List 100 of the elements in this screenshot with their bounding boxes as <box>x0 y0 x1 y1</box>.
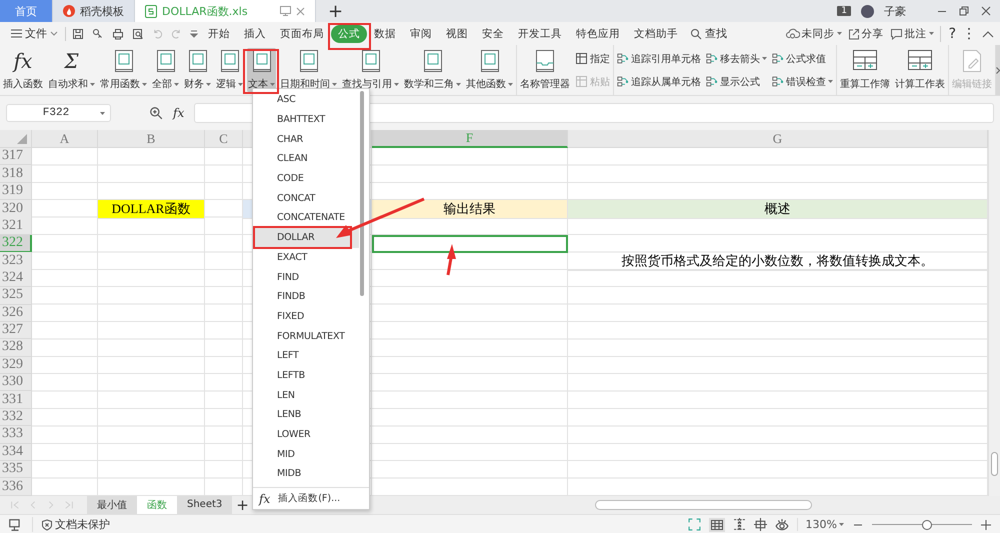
toolbar-button[interactable]: 未同步 <box>786 26 842 40</box>
ribbon-button[interactable]: 查找与引用 <box>341 48 400 92</box>
ribbon-button[interactable]: 指定 <box>574 52 611 66</box>
toolbar-button[interactable]: 分享 <box>848 26 884 40</box>
menu-item[interactable]: LEN <box>253 385 359 405</box>
menu-item[interactable]: LENB <box>253 405 359 425</box>
row-header[interactable]: 336 <box>0 478 32 496</box>
row-header[interactable]: 335 <box>0 461 32 478</box>
menu-item[interactable]: CONCAT <box>253 188 359 208</box>
menu-item[interactable]: FINDB <box>253 286 359 307</box>
eye-icon[interactable] <box>774 518 789 532</box>
collapse-icon[interactable] <box>982 30 994 38</box>
row-header[interactable]: 321 <box>0 218 32 235</box>
menu-item[interactable]: ASC <box>253 90 359 110</box>
name-box[interactable]: F322 <box>6 104 111 122</box>
zoom-slider[interactable] <box>872 520 972 530</box>
search-icon[interactable] <box>690 28 702 40</box>
column-header[interactable]: B <box>98 130 205 148</box>
sheet-tab[interactable]: Sheet3 <box>177 496 232 514</box>
ribbon-tab[interactable]: 视图 <box>439 24 475 42</box>
menu-item[interactable]: MID <box>253 444 359 464</box>
page-break-icon[interactable] <box>732 518 746 532</box>
toolbar-button[interactable]: 批注 <box>890 26 934 40</box>
menu-item[interactable]: CLEAN <box>253 149 359 169</box>
ribbon-button[interactable]: 追踪从属单元格 <box>616 74 702 88</box>
ribbon-tab[interactable]: 页面布局 <box>273 24 331 42</box>
ribbon-tab[interactable]: 插入 <box>237 24 273 42</box>
ribbon-button[interactable]: 移去箭头 <box>705 52 768 66</box>
menu-item[interactable]: LEFT <box>253 346 359 366</box>
key-icon[interactable] <box>92 28 104 40</box>
menu-item[interactable]: CODE <box>253 168 359 188</box>
row-header[interactable]: 323 <box>0 252 32 272</box>
print-icon[interactable] <box>112 28 124 40</box>
menu-item[interactable]: EXACT <box>253 248 359 268</box>
file-menu[interactable]: 文件 <box>6 26 63 41</box>
customize-icon[interactable] <box>190 30 198 38</box>
column-header[interactable]: A <box>32 130 98 148</box>
function-button[interactable]: fx <box>173 106 184 120</box>
ribbon-button[interactable]: 错误检查 <box>771 74 834 88</box>
menu-item[interactable]: FIND <box>253 267 359 287</box>
ribbon-button[interactable]: 数学和三角 <box>403 48 462 92</box>
row-header[interactable]: 327 <box>0 322 32 340</box>
row-header[interactable]: 328 <box>0 339 32 357</box>
zoom-level[interactable]: 130% <box>796 518 844 532</box>
shield-icon[interactable] <box>41 518 53 531</box>
row-header[interactable]: 325 <box>0 287 32 305</box>
menu-item[interactable]: FIXED <box>253 306 359 326</box>
column-header[interactable]: C <box>205 130 243 148</box>
menu-item[interactable]: FORMULATEXT <box>253 326 359 346</box>
row-header[interactable]: 319 <box>0 182 32 200</box>
menu-item[interactable]: LEFTB <box>253 366 359 386</box>
add-sheet-button[interactable]: + <box>232 496 253 514</box>
ribbon-tab[interactable]: 安全 <box>475 24 511 42</box>
row-header[interactable]: 329 <box>0 356 32 374</box>
ribbon-button[interactable]: 全部 <box>151 48 180 92</box>
ribbon-tab[interactable]: 开始 <box>201 24 237 42</box>
ribbon-button[interactable]: 名称管理器 <box>519 48 571 92</box>
monitor-icon[interactable] <box>280 6 291 16</box>
ribbon-tab[interactable]: 开发工具 <box>511 24 569 42</box>
help-button[interactable]: ? <box>940 26 956 42</box>
ribbon-button[interactable]: 显示公式 <box>705 74 768 88</box>
ribbon-button[interactable]: fx 插入函数 <box>2 48 44 92</box>
page-layout-icon[interactable] <box>754 518 767 532</box>
more-button[interactable]: ⋮ <box>962 26 976 42</box>
close-icon[interactable] <box>980 5 992 17</box>
ribbon-button[interactable]: 财务 <box>183 48 212 92</box>
ribbon-button[interactable]: Σ 自动求和 <box>47 48 96 92</box>
computer-icon[interactable] <box>8 518 22 532</box>
row-header[interactable]: 332 <box>0 408 32 426</box>
search-button[interactable]: 查找 <box>685 26 732 41</box>
ribbon-button[interactable]: 逻辑 <box>215 48 244 92</box>
row-header[interactable]: 326 <box>0 304 32 322</box>
ribbon-button[interactable]: 常用函数 <box>99 48 148 92</box>
menu-scrollbar[interactable] <box>360 91 364 296</box>
save-icon[interactable] <box>72 28 84 40</box>
restore-icon[interactable] <box>958 5 970 17</box>
menu-item[interactable]: CONCATENATE <box>253 208 359 228</box>
ribbon-button[interactable]: 重算工作簿 <box>839 48 891 92</box>
zoom-icon[interactable] <box>149 106 163 120</box>
row-header[interactable]: 324 <box>0 270 32 288</box>
menu-item[interactable]: LOWER <box>253 424 359 444</box>
fullscreen-icon[interactable] <box>688 518 701 532</box>
protection-status[interactable]: 文档未保护 <box>32 517 110 532</box>
avatar[interactable] <box>861 4 874 18</box>
menu-item[interactable]: BAHTTEXT <box>253 110 359 130</box>
column-header[interactable]: G <box>568 130 988 148</box>
row-header[interactable]: 320 <box>0 200 32 220</box>
menu-item[interactable]: MIDB <box>253 464 359 484</box>
ribbon-button[interactable]: 日期和时间 <box>279 48 338 92</box>
insert-function-item[interactable]: fx 插入函数(F)... <box>253 486 369 510</box>
row-header[interactable]: 333 <box>0 426 32 444</box>
new-tab-button[interactable]: + <box>316 0 356 22</box>
ribbon-button[interactable]: 计算工作表 <box>894 48 946 92</box>
ribbon-tab[interactable]: 审阅 <box>403 24 439 42</box>
ribbon-button[interactable]: 其他函数 <box>465 48 514 92</box>
row-header[interactable]: 331 <box>0 391 32 409</box>
document-tab[interactable]: 稻壳模板 <box>53 0 135 22</box>
ribbon-button[interactable]: 公式求值 <box>771 52 834 66</box>
ribbon-tab[interactable]: 数据 <box>367 24 403 42</box>
window-count-badge[interactable]: 1 <box>837 6 851 16</box>
